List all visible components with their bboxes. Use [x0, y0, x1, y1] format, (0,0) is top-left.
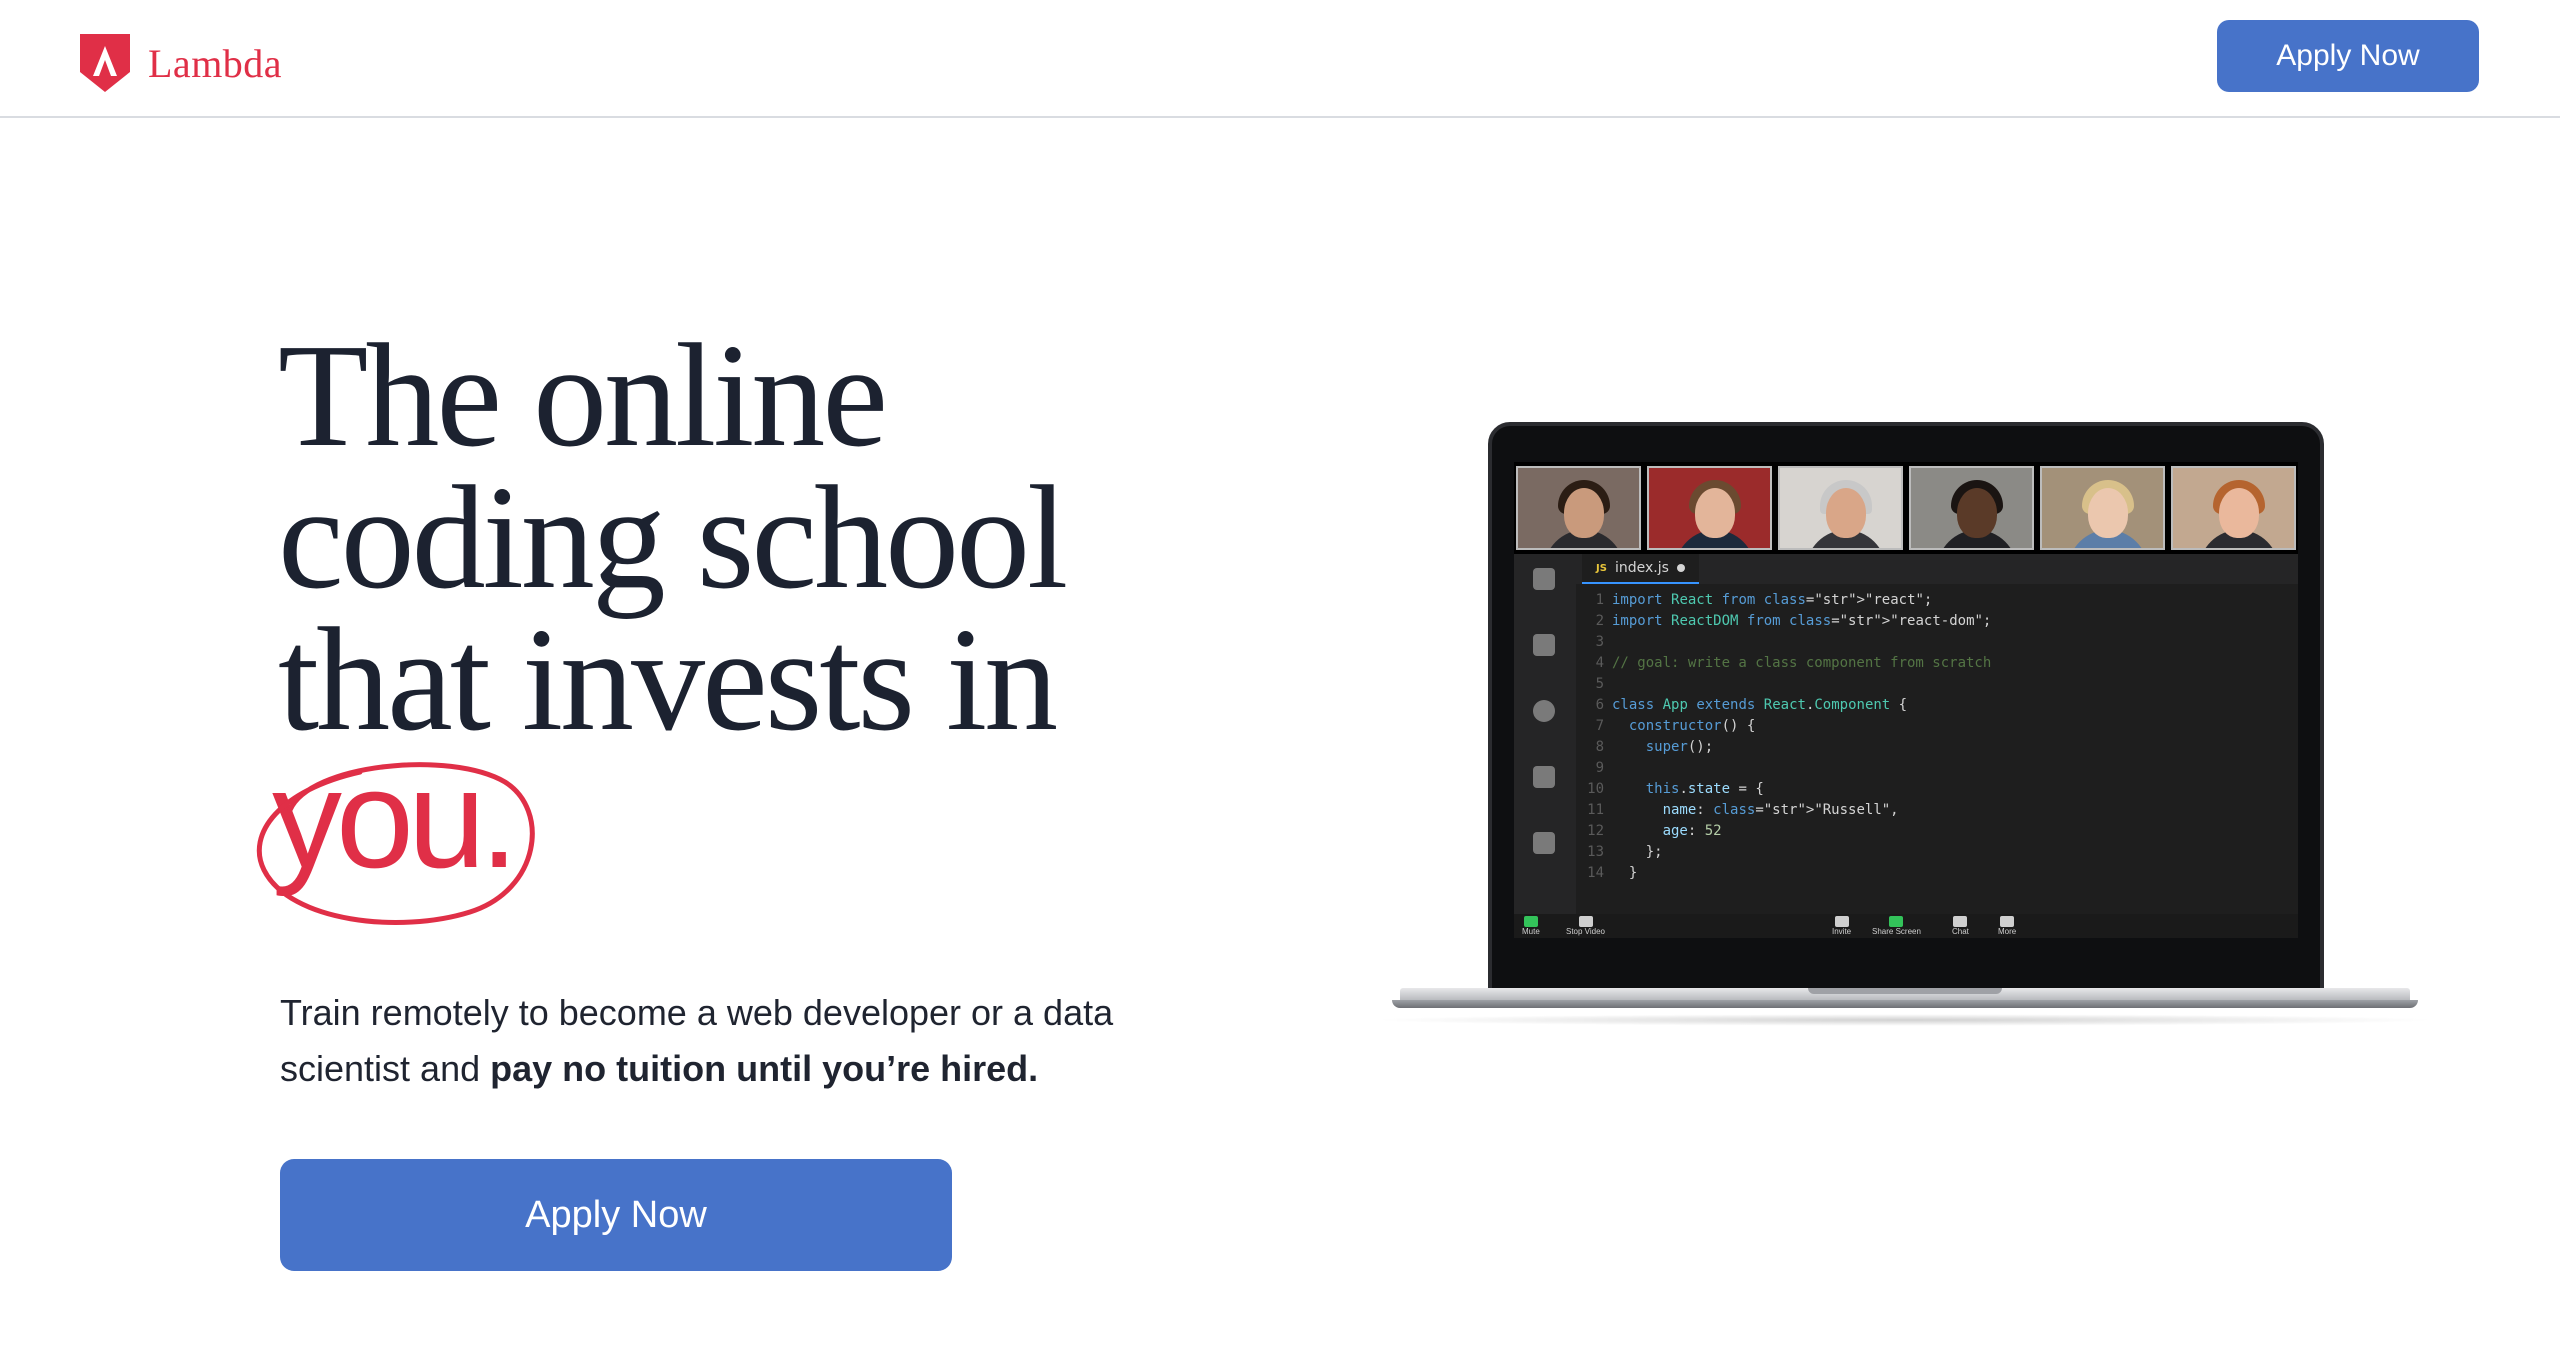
code-content: 1 import React from class="str">"react"; 2…: [1576, 590, 2276, 884]
line-number: 2: [1595, 613, 1604, 629]
video-camera-icon: [1578, 916, 1593, 927]
microphone-icon: [1523, 916, 1538, 927]
code-line: 8 super();: [1576, 737, 2276, 758]
editor-tab-bar: JS index.js: [1576, 554, 2298, 584]
tab-label: index.js: [1614, 560, 1669, 576]
zoom-label: Mute: [1522, 927, 1540, 936]
code-text: };: [1612, 844, 1663, 860]
github-icon: [1533, 700, 1555, 722]
video-tile: [1516, 466, 1641, 550]
laptop-screen: JS index.js 1 import React from class="st…: [1514, 462, 2298, 938]
code-line: 2 import ReactDOM from class="str">"react…: [1576, 611, 2276, 632]
logo-text: Lambda: [148, 40, 283, 86]
hero-apply-now-button[interactable]: Apply Now: [280, 1159, 952, 1271]
explorer-icon: [1533, 568, 1555, 590]
chat-icon: [1953, 916, 1968, 927]
more-control: More: [1998, 916, 2016, 936]
mute-control: Mute: [1522, 916, 1540, 936]
zoom-label: Chat: [1952, 927, 1969, 936]
line-number: 6: [1595, 697, 1604, 713]
stop-video-control: Stop Video: [1566, 916, 1605, 936]
line-number: 11: [1587, 802, 1604, 818]
code-line: 1 import React from class="str">"react";: [1576, 590, 2276, 611]
share-screen-icon: [1889, 916, 1904, 927]
site-header: Lambda Apply Now: [0, 0, 2560, 118]
line-number: 3: [1595, 634, 1604, 650]
line-number: 13: [1587, 844, 1604, 860]
more-icon: [2000, 916, 2015, 927]
video-tile: [2040, 466, 2165, 550]
settings-file-icon: [1533, 832, 1555, 854]
code-line: 4 // goal: write a class component from s…: [1576, 653, 2276, 674]
code-line: 10 this.state = {: [1576, 779, 2276, 800]
code-line: 13 };: [1576, 842, 2276, 863]
share-screen-control: Share Screen: [1872, 916, 1921, 936]
hero-subtext: Train remotely to become a web developer…: [280, 985, 1180, 1097]
laptop-illustration: JS index.js 1 import React from class="st…: [1370, 420, 2440, 1030]
video-tile: [2171, 466, 2296, 550]
code-text: class App extends React.Component {: [1612, 697, 1908, 713]
code-text: import ReactDOM from class="str">"react-…: [1612, 613, 1992, 629]
line-number: 4: [1595, 655, 1604, 671]
invite-icon: [1834, 916, 1849, 927]
hero-title-line: coding school: [278, 456, 1068, 620]
laptop-notch: [1808, 988, 2002, 994]
code-editor: JS index.js 1 import React from class="st…: [1514, 554, 2298, 914]
line-number: 7: [1595, 718, 1604, 734]
code-text: constructor() {: [1628, 718, 1756, 734]
editor-activity-bar: [1514, 554, 1576, 914]
zoom-label: Invite: [1832, 927, 1852, 936]
hero-title-line: that invests in: [278, 598, 1058, 762]
laptop-base-bottom: [1392, 1000, 2418, 1008]
video-tile: [1909, 466, 2034, 550]
unsaved-dot-icon: [1676, 564, 1685, 572]
line-number: 10: [1587, 781, 1604, 797]
lambda-shield-icon: [80, 34, 130, 92]
line-number: 14: [1587, 865, 1604, 881]
header-apply-now-button[interactable]: Apply Now: [2217, 20, 2479, 92]
hand-drawn-circle-icon: [256, 762, 535, 925]
code-text: // goal: write a class component from sc…: [1612, 655, 1992, 671]
video-tile: [1647, 466, 1772, 550]
tab-index-js: JS index.js: [1582, 554, 1699, 584]
file-icon: [1533, 634, 1555, 656]
zoom-label: More: [1998, 927, 2017, 936]
zoom-label: Stop Video: [1566, 927, 1605, 936]
zoom-toolbar: Mute Stop Video Invite Share Screen Chat…: [1514, 914, 2298, 938]
line-number: 1: [1595, 592, 1604, 608]
hero-title-line: The online: [278, 314, 888, 478]
hero-subtext-bold: pay no tuition until you’re hired.: [490, 1048, 1039, 1089]
code-text: super();: [1645, 739, 1714, 755]
line-number: 8: [1595, 739, 1604, 755]
code-line: 14 }: [1576, 863, 2276, 884]
chat-control: Chat: [1952, 916, 1969, 936]
code-text: age: 52: [1662, 823, 1722, 839]
code-line: 11 name: class="str">"Russell",: [1576, 800, 2276, 821]
code-line: 12 age: 52: [1576, 821, 2276, 842]
invite-control: Invite: [1832, 916, 1851, 936]
line-number: 5: [1595, 676, 1604, 692]
code-line: 5: [1576, 674, 2276, 695]
code-text: name: class="str">"Russell",: [1662, 802, 1899, 818]
laptop-lid: JS index.js 1 import React from class="st…: [1488, 422, 2324, 992]
code-line: 9: [1576, 758, 2276, 779]
hero-title: The online coding school that invests in: [278, 314, 1178, 762]
code-line: 3: [1576, 632, 2276, 653]
line-number: 12: [1587, 823, 1604, 839]
js-file-icon: JS: [1596, 562, 1607, 574]
line-number: 9: [1595, 760, 1604, 776]
code-line: 7 constructor() {: [1576, 716, 2276, 737]
code-text: this.state = {: [1645, 781, 1764, 797]
highlight-you: you.: [250, 740, 550, 930]
video-tile: [1778, 466, 1903, 550]
code-line: 6 class App extends React.Component {: [1576, 695, 2276, 716]
code-text: }: [1612, 865, 1638, 881]
code-text: import React from class="str">"react";: [1612, 592, 1933, 608]
video-call-strip: [1514, 462, 2298, 554]
laptop-base: [1370, 988, 2440, 1014]
rocket-icon: [1533, 766, 1555, 788]
zoom-label: Share Screen: [1872, 927, 1921, 936]
laptop-shadow: [1370, 1014, 2440, 1026]
lambda-logo[interactable]: Lambda: [80, 34, 282, 92]
